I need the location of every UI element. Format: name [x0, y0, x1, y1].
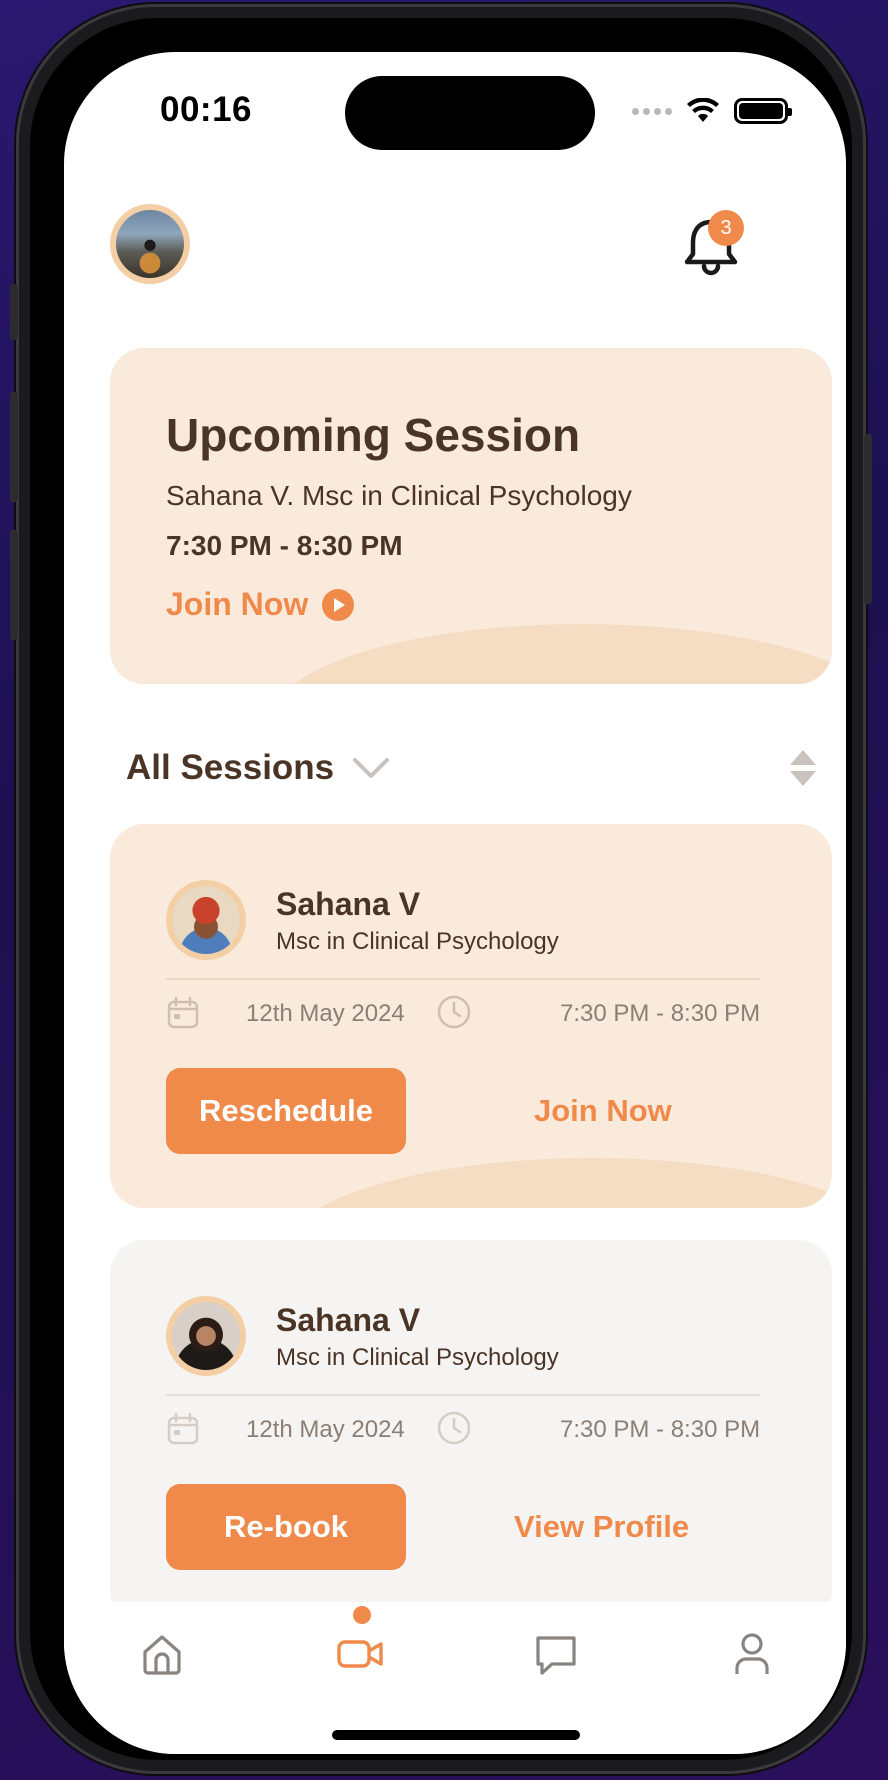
- join-now-button[interactable]: Join Now: [490, 1068, 810, 1154]
- rebook-button[interactable]: Re-book: [166, 1484, 406, 1570]
- signal-icon: [632, 107, 672, 115]
- therapist-qualification: Msc in Clinical Psychology: [276, 1344, 559, 1371]
- notification-badge: 3: [708, 210, 744, 246]
- sort-icon[interactable]: [788, 748, 818, 788]
- sessions-filter-label: All Sessions: [126, 748, 335, 787]
- session-date: 12th May 2024: [246, 1416, 405, 1443]
- upcoming-subtitle: Sahana V. Msc in Clinical Psychology: [166, 480, 632, 511]
- upcoming-time: 7:30 PM - 8:30 PM: [166, 530, 403, 561]
- active-indicator: [353, 1606, 371, 1624]
- user-avatar[interactable]: [110, 204, 190, 284]
- play-icon: [322, 588, 355, 621]
- video-icon[interactable]: [336, 1630, 384, 1678]
- therapist-qualification: Msc in Clinical Psychology: [276, 928, 559, 955]
- wifi-icon: [687, 98, 719, 122]
- screen: 00:16 3 Upcoming Session Sahana V. Msc i…: [64, 52, 846, 1754]
- home-indicator[interactable]: [332, 1730, 580, 1740]
- divider: [166, 978, 760, 980]
- therapist-avatar: [166, 1296, 246, 1376]
- session-card: Sahana V Msc in Clinical Psychology 12th…: [110, 1240, 832, 1624]
- mute-switch: [10, 284, 18, 340]
- clock-icon: [437, 1411, 471, 1445]
- sessions-filter-dropdown[interactable]: All Sessions: [126, 748, 390, 788]
- battery-icon: [734, 98, 792, 124]
- clock-icon: [437, 995, 471, 1029]
- therapist-avatar: [166, 880, 246, 960]
- session-date: 12th May 2024: [246, 1000, 405, 1027]
- card-decoration: [282, 1158, 832, 1208]
- home-icon[interactable]: [138, 1630, 186, 1678]
- phone-frame: 00:16 3 Upcoming Session Sahana V. Msc i…: [10, 4, 872, 1774]
- upcoming-join-button[interactable]: Join Now: [166, 586, 355, 623]
- session-time: 7:30 PM - 8:30 PM: [560, 1416, 761, 1443]
- chevron-down-icon: [353, 758, 390, 778]
- volume-up-button: [10, 392, 18, 502]
- calendar-icon: [167, 1412, 199, 1445]
- upcoming-session-card: Upcoming Session Sahana V. Msc in Clinic…: [110, 348, 832, 684]
- calendar-icon: [167, 996, 199, 1029]
- dynamic-island: [345, 76, 595, 150]
- profile-icon[interactable]: [728, 1630, 776, 1678]
- view-profile-button[interactable]: View Profile: [490, 1484, 810, 1570]
- therapist-name: Sahana V: [276, 886, 421, 922]
- card-decoration: [272, 624, 832, 684]
- session-card: Sahana V Msc in Clinical Psychology 12th…: [110, 824, 832, 1208]
- therapist-name: Sahana V: [276, 1302, 421, 1338]
- bezel: 00:16 3 Upcoming Session Sahana V. Msc i…: [30, 18, 852, 1760]
- status-icons: [632, 98, 792, 124]
- divider: [166, 1394, 760, 1396]
- upcoming-title: Upcoming Session: [166, 409, 581, 461]
- reschedule-button[interactable]: Reschedule: [166, 1068, 406, 1154]
- volume-down-button: [10, 530, 18, 640]
- session-time: 7:30 PM - 8:30 PM: [560, 1000, 761, 1027]
- status-time: 00:16: [160, 90, 253, 129]
- chat-icon[interactable]: [532, 1630, 580, 1678]
- join-now-label: Join Now: [166, 586, 309, 622]
- power-button: [864, 434, 872, 604]
